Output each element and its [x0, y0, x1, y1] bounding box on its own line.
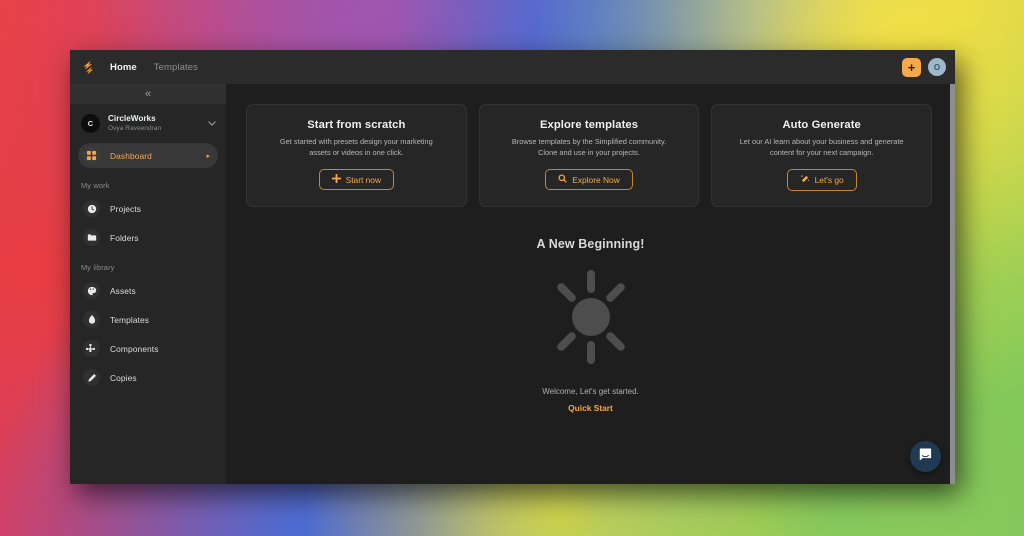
- start-now-button[interactable]: Start now: [318, 169, 395, 191]
- scrollbar-thumb[interactable]: [950, 84, 955, 484]
- card-title: Auto Generate: [782, 119, 861, 131]
- card-explore-templates[interactable]: Explore templates Browse templates by th…: [478, 104, 700, 208]
- search-icon: [558, 174, 567, 185]
- chat-bubble-icon: [918, 447, 933, 467]
- sidebar-item-dashboard[interactable]: Dashboard ▸: [78, 143, 218, 168]
- workspace-name: CircleWorks: [108, 114, 156, 124]
- plus-icon: +: [907, 59, 916, 75]
- card-title: Explore templates: [539, 119, 639, 131]
- sidebar-item-templates[interactable]: Templates: [78, 307, 218, 332]
- sidebar-item-projects[interactable]: Projects: [78, 196, 218, 221]
- chevron-double-left-icon: «: [144, 88, 152, 100]
- workspace-initial: C: [87, 119, 94, 128]
- caret-right-icon: ▸: [206, 152, 210, 160]
- card-description: Get started with presets design your mar…: [279, 137, 433, 157]
- button-label: Explore Now: [572, 174, 620, 185]
- window-body: « C CircleWorks Ovya Raveendran Dashboar…: [70, 84, 955, 484]
- chevron-down-icon[interactable]: [208, 119, 216, 128]
- magic-wand-icon: [800, 174, 810, 186]
- create-new-button[interactable]: +: [902, 57, 921, 77]
- sidebar-item-label: Assets: [110, 285, 136, 296]
- droplet-icon: [83, 311, 100, 328]
- top-bar: Home Templates + O: [70, 50, 955, 84]
- sidebar-section-my-work: My work: [81, 181, 110, 190]
- card-auto-generate[interactable]: Auto Generate Let our AI learn about you…: [711, 104, 933, 208]
- clock-icon: [83, 200, 100, 217]
- sidebar-item-label: Copies: [110, 372, 137, 383]
- simplified-lightning-logo-icon[interactable]: [80, 59, 96, 75]
- grid-icon: [83, 147, 100, 164]
- topnav-item-templates[interactable]: Templates: [154, 62, 198, 73]
- sidebar-item-components[interactable]: Components: [78, 336, 218, 361]
- workspace-avatar: C: [81, 114, 100, 133]
- plus-icon: [331, 174, 341, 185]
- empty-state: A New Beginning! Welcome, Let's get star…: [226, 207, 955, 484]
- workspace-text: CircleWorks Ovya Raveendran: [108, 114, 200, 132]
- main-content: Start from scratch Get started with pres…: [226, 84, 955, 484]
- card-description: Let our AI learn about your business and…: [739, 137, 904, 157]
- content-scrollbar[interactable]: [950, 84, 955, 484]
- chat-bubble-button[interactable]: [910, 441, 941, 472]
- sidebar-item-label: Templates: [110, 314, 150, 325]
- top-navigation: Home Templates: [110, 62, 198, 73]
- empty-state-subtitle: Welcome, Let's get started.: [542, 386, 639, 396]
- sun-burst-icon: [541, 267, 641, 367]
- user-avatar[interactable]: O: [928, 58, 946, 76]
- avatar-initial: O: [933, 62, 941, 72]
- button-label: Let's go: [814, 175, 844, 186]
- app-window: Home Templates + O « C CircleWorks Ovya …: [70, 50, 955, 484]
- button-label: Start now: [345, 174, 382, 185]
- sidebar: « C CircleWorks Ovya Raveendran Dashboar…: [70, 84, 226, 484]
- lets-go-button[interactable]: Let's go: [786, 169, 857, 192]
- sidebar-collapse-button[interactable]: «: [70, 84, 226, 104]
- workspace-switcher[interactable]: C CircleWorks Ovya Raveendran: [70, 104, 226, 141]
- topnav-item-home[interactable]: Home: [110, 62, 137, 73]
- sidebar-item-copies[interactable]: Copies: [78, 365, 218, 390]
- sidebar-section-my-library: My library: [81, 263, 115, 272]
- desktop-background: Home Templates + O « C CircleWorks Ovya …: [0, 0, 1024, 536]
- empty-state-title: A New Beginning!: [536, 236, 645, 251]
- quick-start-link[interactable]: Quick Start: [568, 403, 613, 413]
- sidebar-item-label: Folders: [110, 232, 139, 243]
- palette-icon: [83, 282, 100, 299]
- card-title: Start from scratch: [307, 119, 406, 131]
- pencil-icon: [83, 369, 100, 386]
- sidebar-item-label: Components: [110, 343, 159, 354]
- sidebar-item-assets[interactable]: Assets: [78, 278, 218, 303]
- sidebar-item-label: Dashboard: [110, 150, 152, 161]
- top-bar-actions: + O: [902, 57, 946, 77]
- puzzle-icon: [83, 340, 100, 357]
- card-start-from-scratch[interactable]: Start from scratch Get started with pres…: [246, 104, 467, 208]
- card-description: Browse templates by the Simplified commu…: [511, 137, 667, 157]
- sidebar-item-folders[interactable]: Folders: [78, 225, 218, 250]
- sidebar-item-label: Projects: [110, 203, 142, 214]
- workspace-user: Ovya Raveendran: [108, 124, 162, 132]
- explore-now-button[interactable]: Explore Now: [545, 169, 633, 191]
- folder-icon: [83, 229, 100, 246]
- action-cards: Start from scratch Get started with pres…: [226, 84, 955, 208]
